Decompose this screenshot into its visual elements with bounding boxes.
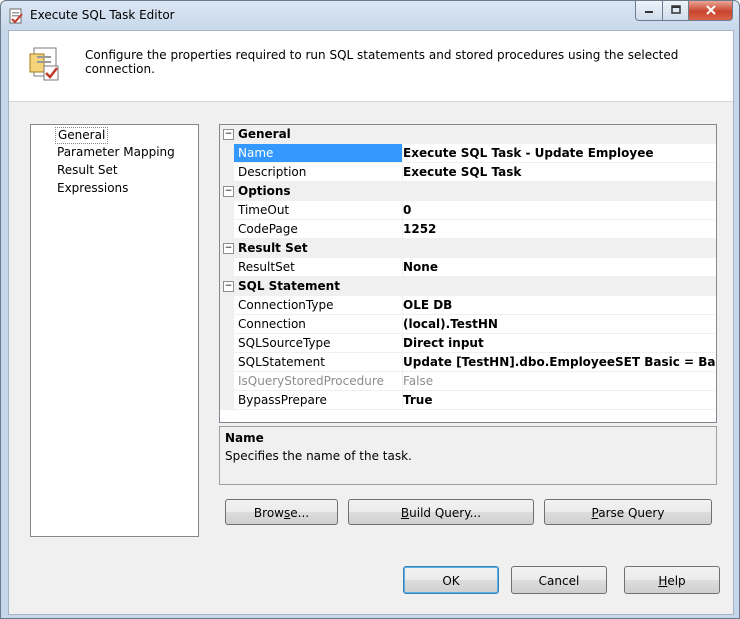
property-value[interactable]: Execute SQL Task - Update Employee <box>403 144 715 163</box>
category-result-set[interactable]: − Result Set <box>220 239 716 258</box>
property-row-codepage[interactable]: CodePage 1252 <box>220 220 716 239</box>
property-grid[interactable]: − General Name Execute SQL Task - Update… <box>219 124 717 423</box>
category-label: Options <box>238 184 291 198</box>
property-value[interactable]: OLE DB <box>403 296 715 315</box>
property-name[interactable]: ConnectionType <box>234 296 403 315</box>
property-row-connection[interactable]: Connection (local).TestHN <box>220 315 716 334</box>
nav-item-expressions[interactable]: Expressions <box>55 180 130 197</box>
nav-item-general[interactable]: General <box>55 127 109 144</box>
category-label: SQL Statement <box>238 279 340 293</box>
browse-button[interactable]: Browse... <box>225 499 338 525</box>
ok-button[interactable]: OK <box>403 566 499 594</box>
property-name[interactable]: BypassPrepare <box>234 391 403 410</box>
category-options[interactable]: − Options <box>220 182 716 201</box>
property-name[interactable]: Name <box>234 144 403 163</box>
property-name[interactable]: IsQueryStoredProcedure <box>234 372 403 391</box>
header-description: Configure the properties required to run… <box>85 48 679 76</box>
property-row-resultset[interactable]: ResultSet None <box>220 258 716 277</box>
property-value[interactable]: 1252 <box>403 220 715 239</box>
category-label: General <box>238 127 291 141</box>
collapse-icon[interactable]: − <box>223 186 234 197</box>
property-name[interactable]: Connection <box>234 315 403 334</box>
collapse-icon[interactable]: − <box>223 243 234 254</box>
nav-item-result-set[interactable]: Result Set <box>55 162 120 179</box>
property-value[interactable]: None <box>403 258 715 277</box>
property-name[interactable]: TimeOut <box>234 201 403 220</box>
description-title: Name <box>225 431 264 445</box>
property-row-sqlsourcetype[interactable]: SQLSourceType Direct input <box>220 334 716 353</box>
close-button[interactable] <box>689 1 733 21</box>
collapse-icon[interactable]: − <box>223 129 234 140</box>
property-name[interactable]: SQLStatement <box>234 353 403 372</box>
description-text: Specifies the name of the task. <box>225 449 412 463</box>
category-sql-statement[interactable]: − SQL Statement <box>220 277 716 296</box>
property-value[interactable]: True <box>403 391 715 410</box>
property-value[interactable]: 0 <box>403 201 715 220</box>
task-editor-icon <box>8 8 24 24</box>
window-title: Execute SQL Task Editor <box>30 8 175 22</box>
collapse-icon[interactable]: − <box>223 281 234 292</box>
maximize-button[interactable] <box>663 1 689 21</box>
dialog-header: Configure the properties required to run… <box>9 31 733 102</box>
category-general[interactable]: − General <box>220 125 716 144</box>
page-navigation-list[interactable]: General Parameter Mapping Result Set Exp… <box>30 124 199 537</box>
property-row-bypassprepare[interactable]: BypassPrepare True <box>220 391 716 410</box>
close-icon <box>705 4 717 18</box>
property-value: False <box>403 372 715 391</box>
property-name[interactable]: ResultSet <box>234 258 403 277</box>
build-query-button[interactable]: Build Query... <box>348 499 534 525</box>
property-row-timeout[interactable]: TimeOut 0 <box>220 201 716 220</box>
title-bar[interactable]: Execute SQL Task Editor <box>1 1 739 31</box>
task-editor-icon <box>28 46 62 82</box>
dialog-client-area: Configure the properties required to run… <box>8 30 734 615</box>
dialog-window: Execute SQL Task Editor Configure the pr… <box>0 0 740 619</box>
property-value[interactable]: Execute SQL Task <box>403 163 715 182</box>
property-description-pane: Name Specifies the name of the task. <box>219 426 717 485</box>
property-row-isquerystoredprocedure[interactable]: IsQueryStoredProcedure False <box>220 372 716 391</box>
category-label: Result Set <box>238 241 308 255</box>
nav-item-parameter-mapping[interactable]: Parameter Mapping <box>55 144 177 161</box>
property-name[interactable]: CodePage <box>234 220 403 239</box>
property-name[interactable]: Description <box>234 163 403 182</box>
parse-query-button[interactable]: Parse Query <box>544 499 712 525</box>
property-value[interactable]: (local).TestHN <box>403 315 715 334</box>
maximize-icon <box>670 4 681 18</box>
help-button[interactable]: Help <box>624 566 720 594</box>
property-value[interactable]: Update [TestHN].dbo.EmployeeSET Basic = … <box>403 353 715 372</box>
property-row-description[interactable]: Description Execute SQL Task <box>220 163 716 182</box>
minimize-button[interactable] <box>635 1 663 21</box>
property-row-sqlstatement[interactable]: SQLStatement Update [TestHN].dbo.Employe… <box>220 353 716 372</box>
property-value[interactable]: Direct input <box>403 334 715 353</box>
property-row-connectiontype[interactable]: ConnectionType OLE DB <box>220 296 716 315</box>
minimize-icon <box>644 4 654 18</box>
property-name[interactable]: SQLSourceType <box>234 334 403 353</box>
property-row-name[interactable]: Name Execute SQL Task - Update Employee <box>220 144 716 163</box>
cancel-button[interactable]: Cancel <box>511 566 607 594</box>
